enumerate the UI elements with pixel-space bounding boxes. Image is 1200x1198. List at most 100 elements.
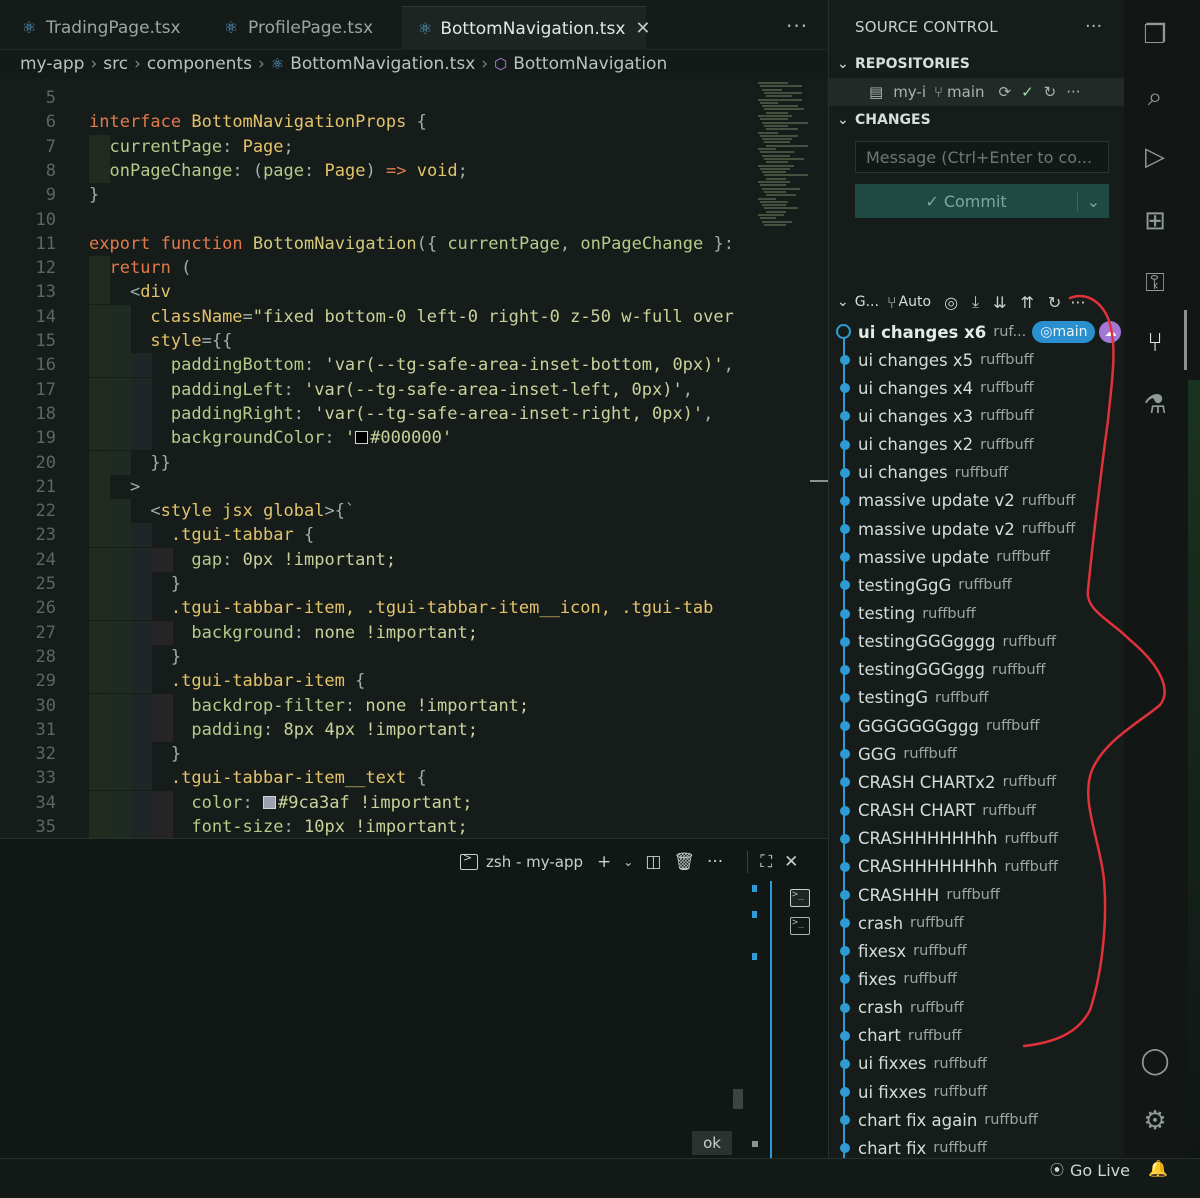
tab-profile-page[interactable]: ⚛ ProfilePage.tsx: [206, 6, 387, 50]
bell-icon[interactable]: 🔔: [1148, 1159, 1168, 1178]
commit-row[interactable]: ui changes ruffbuff: [829, 459, 1125, 487]
commit-row[interactable]: ui changes x5 ruffbuff: [829, 346, 1125, 374]
code-line[interactable]: 11 export function BottomNavigation({ cur…: [0, 232, 760, 256]
run-debug-icon[interactable]: ▷: [1138, 140, 1172, 174]
settings-gear-icon[interactable]: ⚙: [1138, 1104, 1172, 1138]
extensions-icon[interactable]: ⊞: [1138, 204, 1172, 238]
commit-row[interactable]: ui fixxes ruffbuff: [829, 1050, 1125, 1078]
code-line[interactable]: 14 className="fixed bottom-0 left-0 righ…: [0, 304, 760, 329]
commit-row[interactable]: chart fix again ruffbuff: [829, 1106, 1125, 1134]
check-icon[interactable]: ✓: [1021, 83, 1034, 101]
code-line[interactable]: 24 gap: 0px !important;: [0, 547, 760, 572]
commit-row[interactable]: ui changes x2 ruffbuff: [829, 431, 1125, 459]
code-line[interactable]: 25 }: [0, 572, 760, 596]
more-actions-icon[interactable]: ···: [707, 852, 723, 872]
commit-button[interactable]: ✓ Commit ⌄: [855, 184, 1109, 218]
terminal-instance[interactable]: [790, 917, 810, 935]
account-icon[interactable]: ◯: [1138, 1044, 1172, 1078]
tab-trading-page[interactable]: ⚛ TradingPage.tsx: [4, 6, 195, 50]
refresh-icon[interactable]: ↻: [1048, 293, 1061, 312]
commit-row[interactable]: ui changes x4 ruffbuff: [829, 374, 1125, 402]
key-icon[interactable]: ⚿: [1138, 266, 1172, 300]
code-line[interactable]: 12 return (: [0, 256, 760, 281]
commit-row[interactable]: fixesx ruffbuff: [829, 937, 1125, 965]
commit-row[interactable]: testingGgG ruffbuff: [829, 571, 1125, 599]
pull-icon[interactable]: ⇊: [993, 293, 1006, 312]
commit-row[interactable]: CRASHHHHHHhh ruffbuff: [829, 853, 1125, 881]
code-line[interactable]: 5: [0, 86, 760, 110]
commit-row[interactable]: CRASH CHARTx2 ruffbuff: [829, 768, 1125, 796]
code-line[interactable]: 33 .tgui-tabbar-item__text {: [0, 766, 760, 791]
code-line[interactable]: 17 paddingLeft: 'var(--tg-safe-area-inse…: [0, 377, 760, 402]
terminal-scrollbar[interactable]: [733, 1089, 743, 1109]
commit-row[interactable]: massive update v2 ruffbuff: [829, 487, 1125, 515]
breadcrumb-item[interactable]: src: [103, 54, 128, 74]
minimap[interactable]: [754, 78, 812, 228]
code-line[interactable]: 28 }: [0, 644, 760, 669]
tab-bottom-navigation[interactable]: ⚛ BottomNavigation.tsx ✕: [402, 6, 650, 50]
code-line[interactable]: 29 .tgui-tabbar-item {: [0, 669, 760, 694]
commit-row[interactable]: CRASH CHART ruffbuff: [829, 797, 1125, 825]
commit-row[interactable]: testingG ruffbuff: [829, 684, 1125, 712]
commit-row[interactable]: CRASHHH ruffbuff: [829, 881, 1125, 909]
source-control-icon[interactable]: ⑂: [1138, 326, 1172, 360]
push-icon[interactable]: ⇈: [1021, 293, 1034, 312]
branch-badge[interactable]: ◎ main: [1032, 321, 1096, 343]
repository-row[interactable]: ▤ my-i ⑂ main ⟳ ✓ ↻ ···: [829, 78, 1125, 106]
changes-section-header[interactable]: ⌄ CHANGES: [837, 112, 931, 128]
code-line[interactable]: 35 font-size: 10px !important;: [0, 815, 760, 838]
terminal-instance[interactable]: [790, 889, 810, 907]
commit-row[interactable]: fixes ruffbuff: [829, 965, 1125, 993]
go-live-button[interactable]: ⦿ Go Live: [1050, 1159, 1130, 1181]
explorer-icon[interactable]: ❐: [1138, 18, 1172, 52]
code-line[interactable]: 9}: [0, 183, 760, 207]
code-line[interactable]: 13 <div: [0, 280, 760, 305]
search-icon[interactable]: ⌕: [1138, 80, 1172, 114]
more-actions-icon[interactable]: ···: [1085, 16, 1102, 37]
commit-row[interactable]: crash ruffbuff: [829, 994, 1125, 1022]
breadcrumb-item[interactable]: BottomNavigation.tsx: [290, 54, 475, 74]
commit-row[interactable]: massive update v2 ruffbuff: [829, 515, 1125, 543]
commit-row[interactable]: massive update ruffbuff: [829, 543, 1125, 571]
target-icon[interactable]: ◎: [944, 293, 958, 312]
code-line[interactable]: 7 currentPage: Page;: [0, 134, 760, 159]
code-line[interactable]: 20 }}: [0, 450, 760, 475]
split-terminal-icon[interactable]: ◫: [645, 852, 661, 872]
code-line[interactable]: 15 style={{: [0, 329, 760, 353]
code-line[interactable]: 22 <style jsx global>{`: [0, 499, 760, 524]
fetch-icon[interactable]: ⤓: [972, 292, 979, 312]
code-line[interactable]: 21 >: [0, 474, 760, 499]
graph-auto-label[interactable]: Auto: [899, 294, 932, 310]
more-actions-icon[interactable]: ···: [786, 14, 808, 38]
breadcrumb-item[interactable]: BottomNavigation: [513, 54, 667, 74]
commit-row[interactable]: testing ruffbuff: [829, 600, 1125, 628]
breadcrumb-item[interactable]: components: [147, 54, 252, 74]
code-line[interactable]: 23 .tgui-tabbar {: [0, 523, 760, 548]
code-line[interactable]: 6 interface BottomNavigationProps {: [0, 110, 760, 134]
chevron-down-icon[interactable]: ⌄: [1077, 191, 1109, 211]
code-line[interactable]: 32 }: [0, 742, 760, 767]
maximize-icon[interactable]: ⛶: [760, 852, 772, 872]
close-icon[interactable]: ✕: [784, 852, 798, 872]
commit-row[interactable]: ui fixxes ruffbuff: [829, 1078, 1125, 1106]
sync-icon[interactable]: ⟳: [999, 83, 1012, 101]
code-line[interactable]: 31 padding: 8px 4px !important;: [0, 717, 760, 742]
commit-message-input[interactable]: Message (Ctrl+Enter to co...: [855, 141, 1109, 173]
trash-icon[interactable]: 🗑: [673, 852, 695, 872]
commit-row[interactable]: testingGGGgggg ruffbuff: [829, 628, 1125, 656]
more-actions-icon[interactable]: ···: [1066, 83, 1080, 101]
repositories-section-header[interactable]: ⌄ REPOSITORIES: [837, 56, 970, 72]
code-line[interactable]: 8 onPageChange: (page: Page) => void;: [0, 158, 760, 183]
close-icon[interactable]: ✕: [635, 18, 650, 39]
code-editor[interactable]: 5 6 interface BottomNavigationProps {7 cur…: [0, 78, 828, 838]
commit-row[interactable]: ui changes x6 ruf... ◎ main ☁: [829, 318, 1125, 346]
commit-row[interactable]: crash ruffbuff: [829, 909, 1125, 937]
terminal-panel[interactable]: zsh - my-app + ⌄ ◫ 🗑 ··· ⛶ ✕ ok: [0, 838, 828, 1159]
more-actions-icon[interactable]: ···: [1070, 293, 1085, 312]
commit-row[interactable]: chart ruffbuff: [829, 1022, 1125, 1050]
code-line[interactable]: 10: [0, 208, 760, 232]
chevron-down-icon[interactable]: ⌄: [623, 855, 633, 869]
add-terminal-icon[interactable]: +: [597, 852, 611, 872]
refresh-icon[interactable]: ↻: [1044, 83, 1057, 101]
cloud-icon[interactable]: ☁: [1099, 321, 1122, 343]
